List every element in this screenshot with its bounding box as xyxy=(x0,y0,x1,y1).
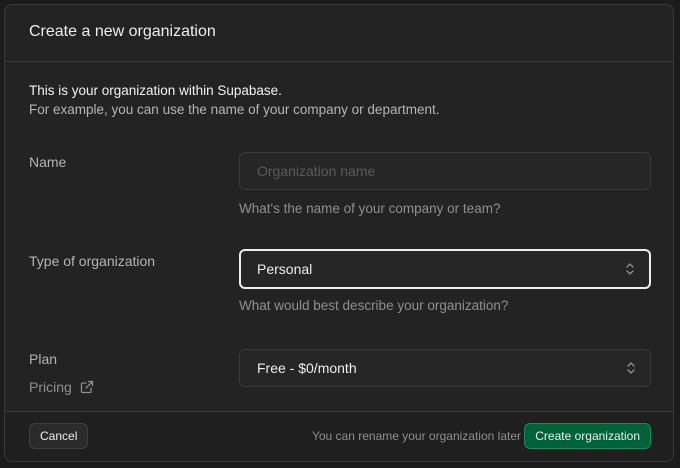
pricing-link[interactable]: Pricing xyxy=(29,379,94,395)
type-label: Type of organization xyxy=(29,253,156,269)
name-label: Name xyxy=(29,154,67,170)
plan-label: Plan xyxy=(29,351,58,367)
plan-value: Free - $0/month xyxy=(257,360,357,376)
organization-type-select[interactable]: Personal xyxy=(239,249,651,289)
chevron-up-down-icon xyxy=(626,263,634,275)
rename-note: You can rename your organization later xyxy=(311,429,521,443)
organization-type-value: Personal xyxy=(257,261,313,277)
organization-name-field[interactable] xyxy=(239,152,651,190)
intro-description: For example, you can use the name of you… xyxy=(29,102,440,117)
cancel-button[interactable]: Cancel xyxy=(29,423,89,449)
external-link-icon xyxy=(80,380,93,394)
create-organization-button[interactable]: Create organization xyxy=(524,423,651,449)
dialog-footer: Cancel You can rename your organization … xyxy=(5,411,673,461)
chevron-up-down-icon xyxy=(627,362,635,374)
pricing-link-label: Pricing xyxy=(29,379,72,395)
plan-select[interactable]: Free - $0/month xyxy=(239,349,651,387)
type-help-text: What would best describe your organizati… xyxy=(239,298,509,313)
create-organization-dialog: Create a new organization This is your o… xyxy=(4,4,674,462)
intro-title: This is your organization within Supabas… xyxy=(29,83,282,98)
dialog-title: Create a new organization xyxy=(29,23,216,40)
dialog-header: Create a new organization xyxy=(5,5,673,62)
intro-text: This is your organization within Supabas… xyxy=(29,81,439,119)
name-help-text: What's the name of your company or team? xyxy=(239,201,501,216)
organization-name-input[interactable] xyxy=(257,163,617,179)
